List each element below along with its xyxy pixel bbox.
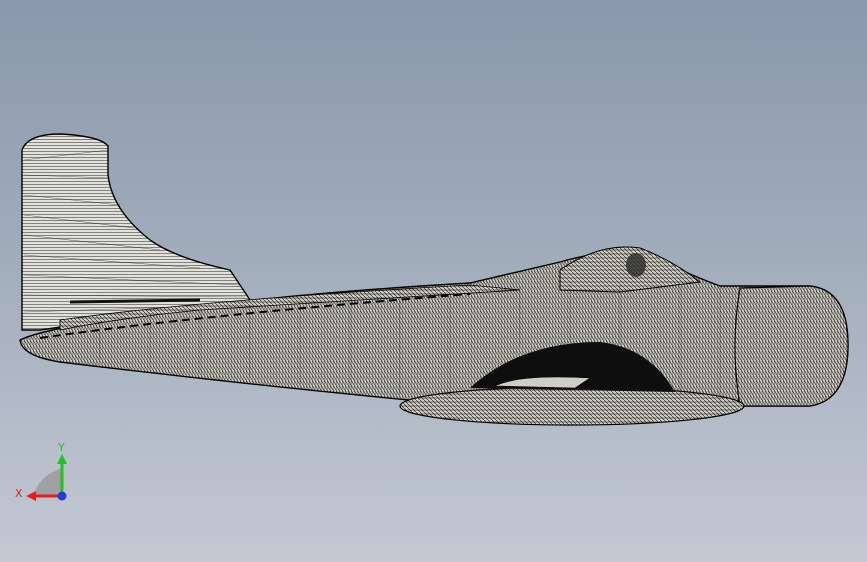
aircraft-mesh-model[interactable] (0, 0, 867, 562)
triad-view-plane (34, 468, 62, 496)
triad-y-label: Y (57, 441, 65, 454)
3d-graphics-viewport[interactable]: Y X (0, 0, 867, 562)
nose-cone (734, 285, 849, 407)
wing (399, 386, 745, 426)
orientation-triad: Y X (15, 441, 67, 501)
triad-x-label: X (15, 487, 23, 500)
